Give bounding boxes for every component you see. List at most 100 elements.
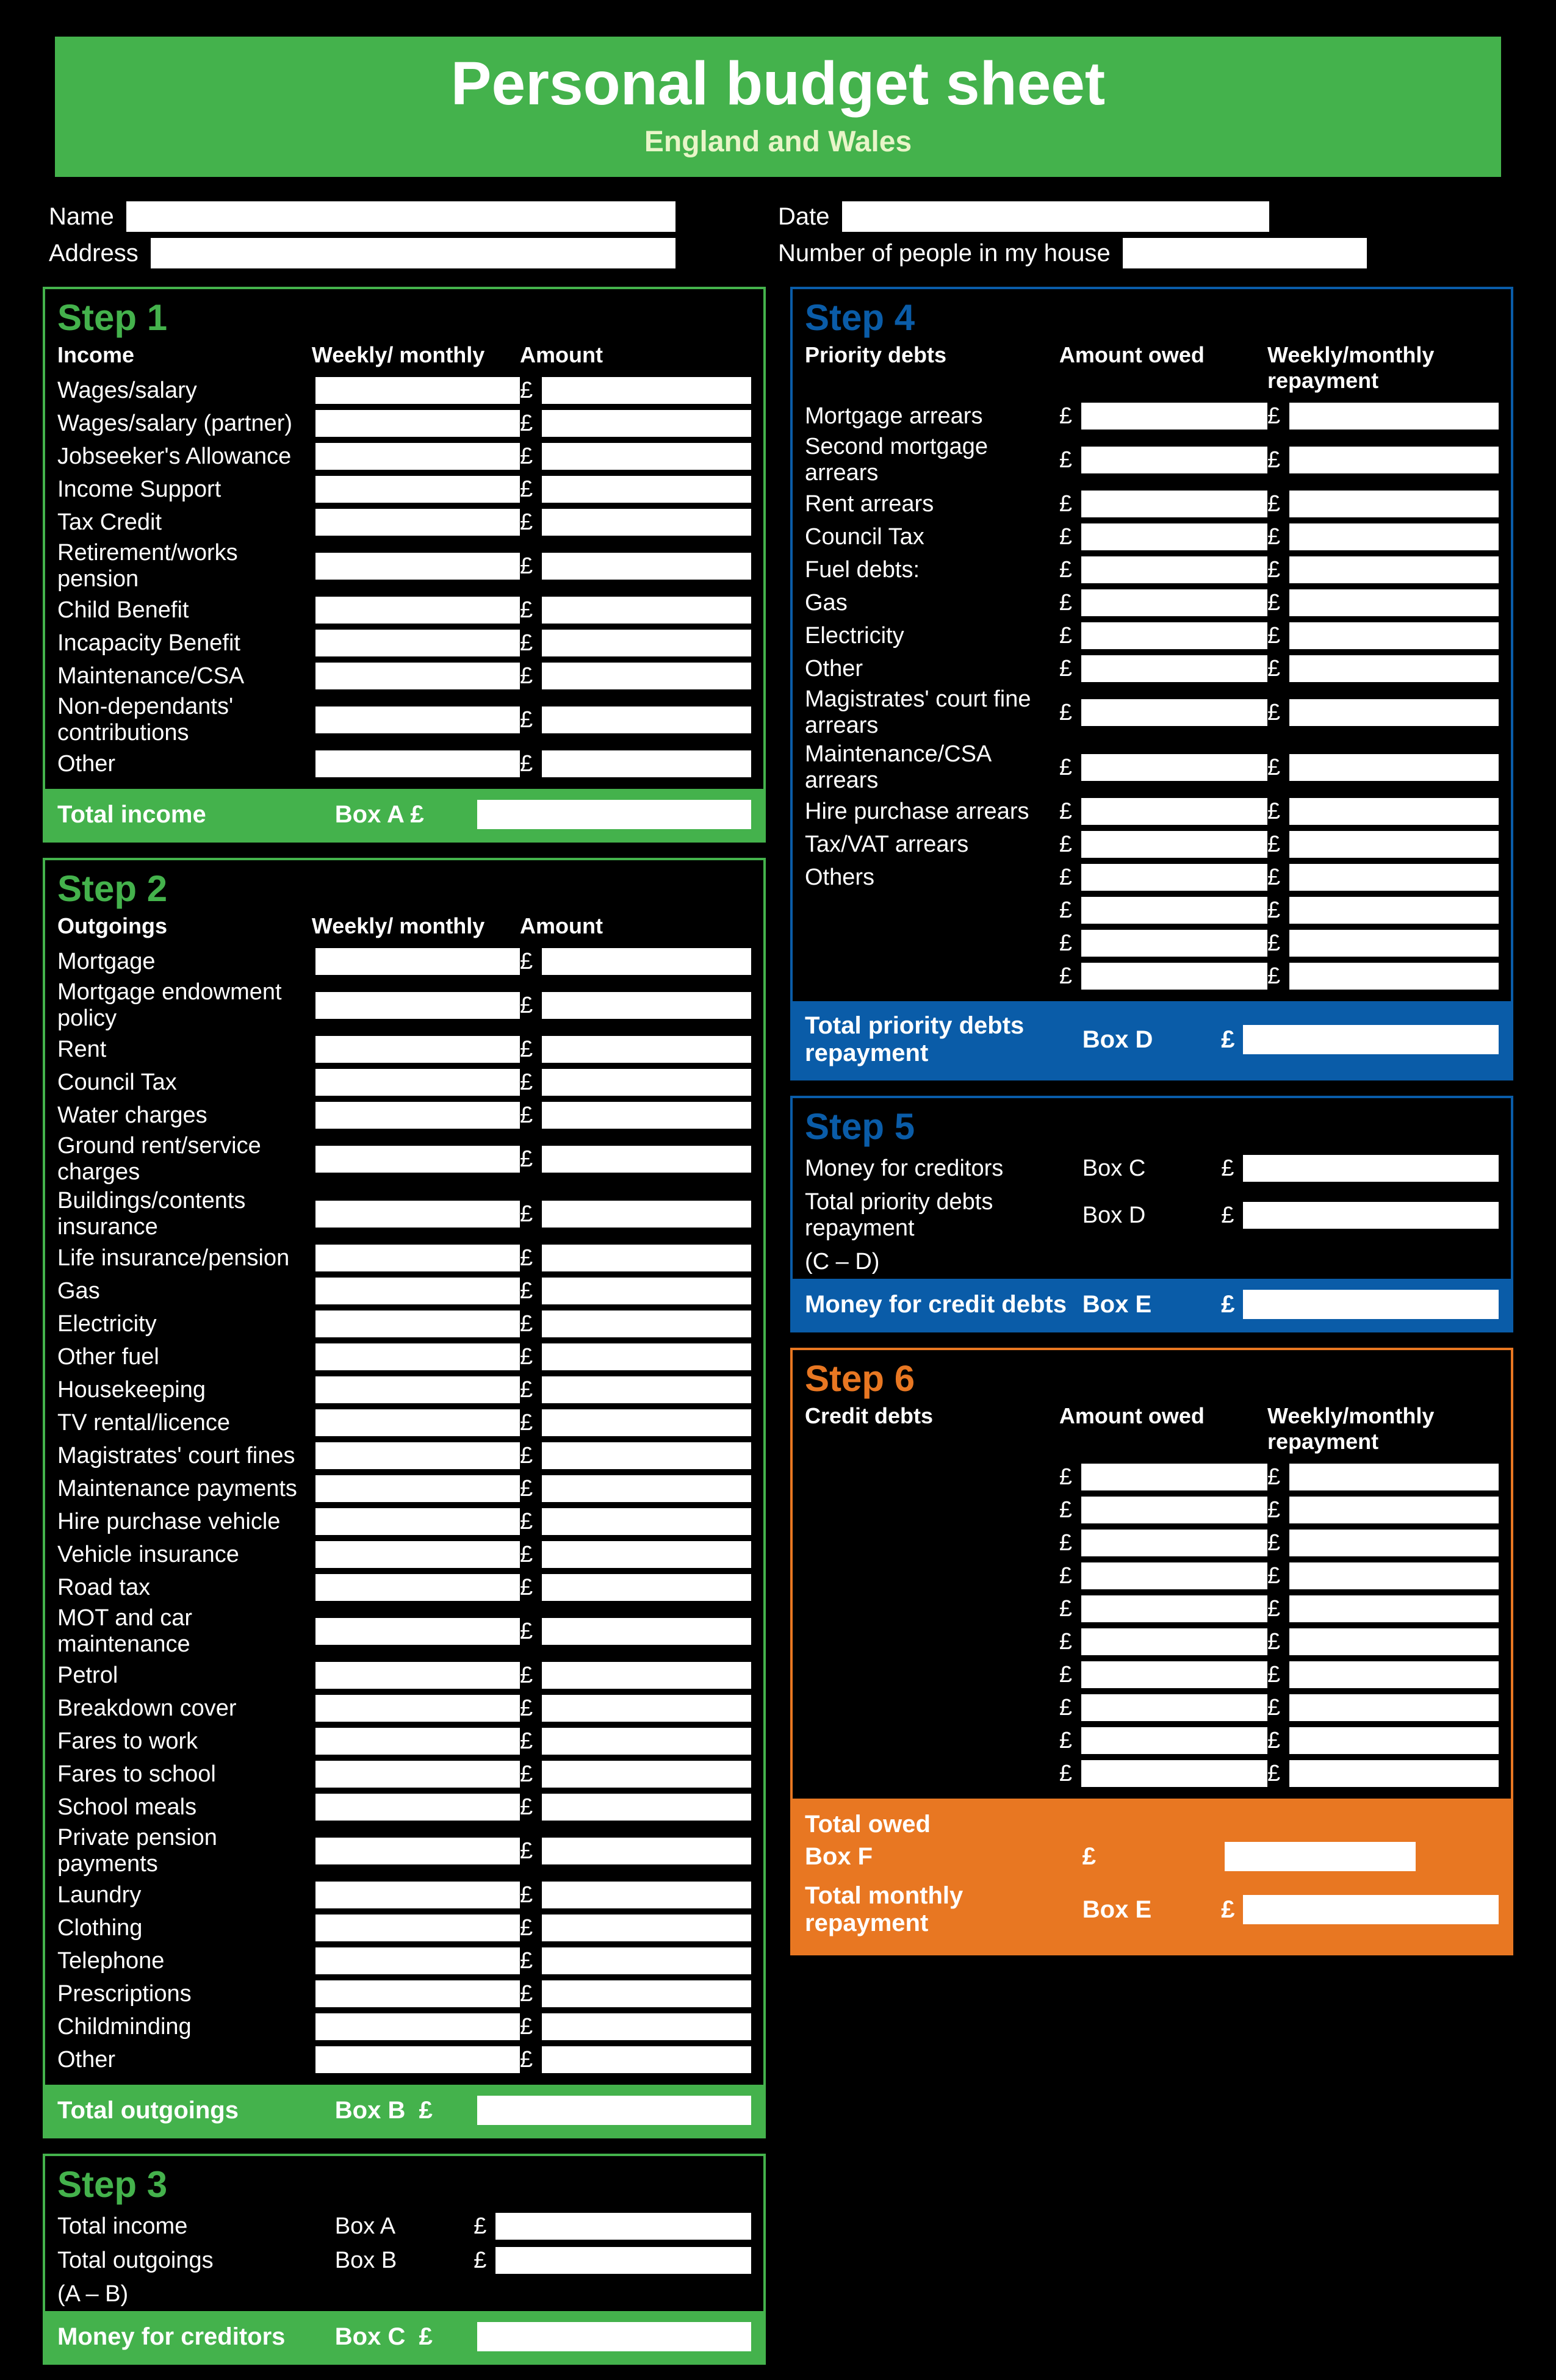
period-input[interactable] (315, 750, 520, 777)
repay-input[interactable] (1289, 1464, 1499, 1490)
owed-input[interactable] (1081, 622, 1267, 649)
repay-input[interactable] (1289, 1562, 1499, 1589)
repay-input[interactable] (1289, 798, 1499, 825)
period-input[interactable] (315, 410, 520, 437)
period-input[interactable] (315, 1662, 520, 1689)
owed-input[interactable] (1081, 798, 1267, 825)
calc-input[interactable] (1243, 1202, 1499, 1229)
period-input[interactable] (315, 1980, 520, 2007)
period-input[interactable] (315, 1838, 520, 1864)
period-input[interactable] (315, 2013, 520, 2040)
owed-input[interactable] (1081, 1694, 1267, 1721)
amount-input[interactable] (542, 1278, 751, 1304)
period-input[interactable] (315, 1343, 520, 1370)
owed-input[interactable] (1081, 655, 1267, 682)
amount-input[interactable] (542, 750, 751, 777)
owed-input[interactable] (1081, 831, 1267, 858)
owed-input[interactable] (1081, 1628, 1267, 1655)
calc-input[interactable] (495, 2247, 751, 2274)
owed-input[interactable] (1081, 930, 1267, 957)
repay-input[interactable] (1289, 491, 1499, 517)
amount-input[interactable] (542, 1376, 751, 1403)
box-e2-input[interactable] (1243, 1895, 1499, 1924)
amount-input[interactable] (542, 1618, 751, 1645)
period-input[interactable] (315, 1442, 520, 1469)
address-input[interactable] (151, 238, 675, 268)
period-input[interactable] (315, 1376, 520, 1403)
amount-input[interactable] (542, 2046, 751, 2073)
box-f-input[interactable] (1225, 1842, 1415, 1871)
period-input[interactable] (315, 1914, 520, 1941)
box-c-input[interactable] (477, 2322, 751, 2351)
period-input[interactable] (315, 1102, 520, 1129)
amount-input[interactable] (542, 1882, 751, 1908)
repay-input[interactable] (1289, 897, 1499, 924)
repay-input[interactable] (1289, 831, 1499, 858)
period-input[interactable] (315, 1761, 520, 1788)
repay-input[interactable] (1289, 622, 1499, 649)
period-input[interactable] (315, 597, 520, 624)
amount-input[interactable] (542, 1036, 751, 1063)
amount-input[interactable] (542, 1980, 751, 2007)
amount-input[interactable] (542, 1310, 751, 1337)
period-input[interactable] (315, 1036, 520, 1063)
amount-input[interactable] (542, 1662, 751, 1689)
amount-input[interactable] (542, 597, 751, 624)
owed-input[interactable] (1081, 523, 1267, 550)
repay-input[interactable] (1289, 655, 1499, 682)
repay-input[interactable] (1289, 1595, 1499, 1622)
period-input[interactable] (315, 1278, 520, 1304)
period-input[interactable] (315, 1541, 520, 1568)
owed-input[interactable] (1081, 1760, 1267, 1787)
amount-input[interactable] (542, 1761, 751, 1788)
period-input[interactable] (315, 1245, 520, 1271)
amount-input[interactable] (542, 706, 751, 733)
amount-input[interactable] (542, 2013, 751, 2040)
amount-input[interactable] (542, 1409, 751, 1436)
repay-input[interactable] (1289, 447, 1499, 473)
repay-input[interactable] (1289, 1661, 1499, 1688)
amount-input[interactable] (542, 377, 751, 404)
amount-input[interactable] (542, 948, 751, 975)
household-input[interactable] (1123, 238, 1367, 268)
amount-input[interactable] (542, 1245, 751, 1271)
amount-input[interactable] (542, 630, 751, 656)
amount-input[interactable] (542, 1838, 751, 1864)
period-input[interactable] (315, 553, 520, 580)
repay-input[interactable] (1289, 1760, 1499, 1787)
repay-input[interactable] (1289, 1628, 1499, 1655)
amount-input[interactable] (542, 1343, 751, 1370)
repay-input[interactable] (1289, 523, 1499, 550)
amount-input[interactable] (542, 1475, 751, 1502)
name-input[interactable] (126, 201, 675, 232)
amount-input[interactable] (542, 509, 751, 536)
period-input[interactable] (315, 1508, 520, 1535)
amount-input[interactable] (542, 1541, 751, 1568)
owed-input[interactable] (1081, 1661, 1267, 1688)
amount-input[interactable] (542, 992, 751, 1019)
period-input[interactable] (315, 1475, 520, 1502)
amount-input[interactable] (542, 1695, 751, 1722)
repay-input[interactable] (1289, 1530, 1499, 1556)
amount-input[interactable] (542, 663, 751, 689)
owed-input[interactable] (1081, 589, 1267, 616)
box-d-input[interactable] (1243, 1025, 1499, 1054)
box-b-input[interactable] (477, 2096, 751, 2125)
period-input[interactable] (315, 1882, 520, 1908)
period-input[interactable] (315, 377, 520, 404)
period-input[interactable] (315, 476, 520, 503)
amount-input[interactable] (542, 1201, 751, 1228)
period-input[interactable] (315, 1146, 520, 1173)
repay-input[interactable] (1289, 1727, 1499, 1754)
owed-input[interactable] (1081, 556, 1267, 583)
repay-input[interactable] (1289, 1694, 1499, 1721)
repay-input[interactable] (1289, 864, 1499, 891)
amount-input[interactable] (542, 1574, 751, 1601)
owed-input[interactable] (1081, 963, 1267, 990)
amount-input[interactable] (542, 410, 751, 437)
period-input[interactable] (315, 509, 520, 536)
period-input[interactable] (315, 2046, 520, 2073)
owed-input[interactable] (1081, 1497, 1267, 1523)
box-e-input[interactable] (1243, 1290, 1499, 1319)
amount-input[interactable] (542, 1102, 751, 1129)
